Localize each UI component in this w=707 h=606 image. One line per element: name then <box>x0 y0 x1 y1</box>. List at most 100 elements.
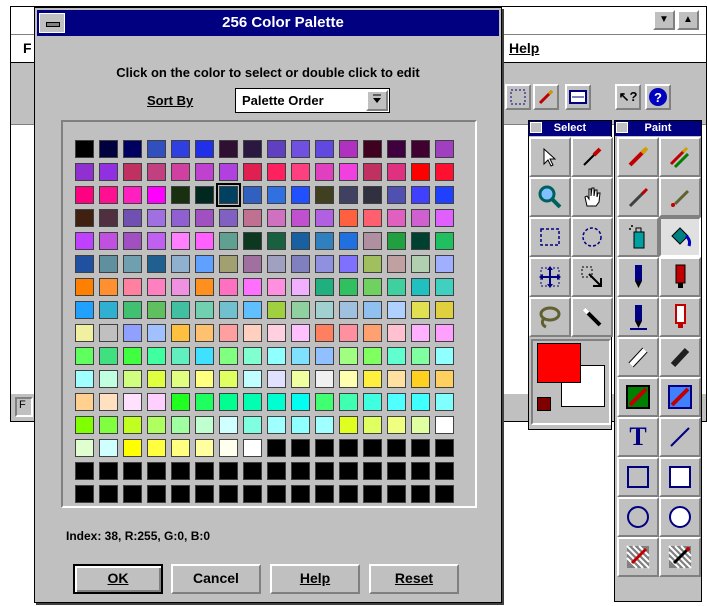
palette-swatch[interactable] <box>291 462 310 480</box>
palette-swatch[interactable] <box>195 140 214 158</box>
palette-swatch[interactable] <box>387 163 406 181</box>
palette-swatch[interactable] <box>339 462 358 480</box>
palette-swatch[interactable] <box>315 232 334 250</box>
palette-swatch[interactable] <box>171 278 190 296</box>
palette-swatch[interactable] <box>219 140 238 158</box>
pattern-brush-tool-icon[interactable] <box>617 537 659 577</box>
palette-swatch[interactable] <box>243 485 262 503</box>
palette-swatch[interactable] <box>75 232 94 250</box>
palette-swatch[interactable] <box>339 370 358 388</box>
filled-rectangle-tool-icon[interactable] <box>659 457 701 497</box>
palette-swatch[interactable] <box>363 232 382 250</box>
palette-swatch[interactable] <box>339 416 358 434</box>
palette-swatch[interactable] <box>123 255 142 273</box>
ellipse-select-tool-icon[interactable] <box>571 217 613 257</box>
line-eraser-tool-icon[interactable] <box>659 337 701 377</box>
filled-ellipse-tool-icon[interactable] <box>659 497 701 537</box>
palette-swatch[interactable] <box>123 324 142 342</box>
palette-swatch[interactable] <box>99 301 118 319</box>
menu-help[interactable]: Help <box>509 40 539 56</box>
magnifier-tool-icon[interactable] <box>529 177 571 217</box>
palette-swatch[interactable] <box>243 324 262 342</box>
palette-swatch[interactable] <box>267 209 286 227</box>
palette-swatch[interactable] <box>339 439 358 457</box>
palette-swatch[interactable] <box>171 370 190 388</box>
scroll-down-button[interactable]: ▼ <box>653 10 675 30</box>
palette-swatch[interactable] <box>435 416 454 434</box>
palette-swatch[interactable] <box>75 370 94 388</box>
palette-swatch[interactable] <box>147 347 166 365</box>
palette-swatch[interactable] <box>171 393 190 411</box>
palette-swatch[interactable] <box>315 416 334 434</box>
palette-swatch[interactable] <box>291 140 310 158</box>
lasso-tool-icon[interactable] <box>529 297 571 337</box>
palette-swatch[interactable] <box>147 393 166 411</box>
palette-swatch[interactable] <box>147 370 166 388</box>
airbrush-tool-icon[interactable] <box>617 177 659 217</box>
palette-swatch[interactable] <box>195 462 214 480</box>
palette-swatch[interactable] <box>219 439 238 457</box>
palette-swatch[interactable] <box>243 209 262 227</box>
palette-swatch[interactable] <box>435 255 454 273</box>
palette-swatch[interactable] <box>291 439 310 457</box>
palette-swatch[interactable] <box>243 255 262 273</box>
eyedropper-tool-icon[interactable] <box>571 137 613 177</box>
palette-swatch[interactable] <box>123 186 142 204</box>
wand-tool-icon[interactable] <box>571 297 613 337</box>
spray-can-tool-icon[interactable] <box>617 217 659 257</box>
rectangle-tool-icon[interactable] <box>617 457 659 497</box>
palette-swatch[interactable] <box>75 347 94 365</box>
palette-swatch[interactable] <box>147 439 166 457</box>
help-button[interactable]: Help <box>270 564 360 594</box>
palette-swatch[interactable] <box>387 186 406 204</box>
palette-swatch[interactable] <box>171 416 190 434</box>
palette-swatch[interactable] <box>243 278 262 296</box>
palette-swatch[interactable] <box>291 232 310 250</box>
palette-swatch[interactable] <box>315 347 334 365</box>
crayon-tool-icon[interactable] <box>659 297 701 337</box>
palette-swatch[interactable] <box>267 370 286 388</box>
palette-swatch[interactable] <box>387 232 406 250</box>
palette-swatch[interactable] <box>147 416 166 434</box>
palette-swatch[interactable] <box>363 301 382 319</box>
palette-swatch[interactable] <box>267 462 286 480</box>
hand-tool-icon[interactable] <box>571 177 613 217</box>
palette-swatch[interactable] <box>387 301 406 319</box>
marker-tool-icon[interactable] <box>659 257 701 297</box>
palette-swatch[interactable] <box>315 140 334 158</box>
palette-swatch[interactable] <box>315 485 334 503</box>
palette-swatch[interactable] <box>243 140 262 158</box>
palette-swatch[interactable] <box>387 370 406 388</box>
palette-swatch[interactable] <box>123 416 142 434</box>
palette-swatch[interactable] <box>147 462 166 480</box>
palette-swatch[interactable] <box>171 255 190 273</box>
brush-tool-icon[interactable] <box>533 84 559 110</box>
palette-swatch[interactable] <box>243 232 262 250</box>
palette-swatch[interactable] <box>171 163 190 181</box>
palette-swatch[interactable] <box>267 324 286 342</box>
ok-button[interactable]: OK <box>73 564 163 594</box>
system-menu-button[interactable] <box>39 13 65 33</box>
palette-swatch[interactable] <box>363 278 382 296</box>
palette-swatch[interactable] <box>75 462 94 480</box>
palette-swatch[interactable] <box>435 232 454 250</box>
palette-swatch[interactable] <box>75 140 94 158</box>
palette-swatch[interactable] <box>219 278 238 296</box>
menu-file[interactable]: F <box>23 40 32 56</box>
palette-swatch[interactable] <box>339 485 358 503</box>
palette-swatch[interactable] <box>387 209 406 227</box>
palette-swatch[interactable] <box>435 439 454 457</box>
palette-swatch[interactable] <box>171 186 190 204</box>
palette-swatch[interactable] <box>195 324 214 342</box>
palette-swatch[interactable] <box>363 416 382 434</box>
paintbrush-tool-icon[interactable] <box>617 137 659 177</box>
palette-swatch[interactable] <box>339 163 358 181</box>
fill-bucket-tool-icon[interactable] <box>659 217 701 257</box>
palette-swatch[interactable] <box>147 485 166 503</box>
palette-swatch[interactable] <box>363 347 382 365</box>
palette-swatch[interactable] <box>195 485 214 503</box>
palette-swatch[interactable] <box>171 347 190 365</box>
palette-swatch[interactable] <box>435 278 454 296</box>
palette-swatch[interactable] <box>291 393 310 411</box>
palette-swatch[interactable] <box>171 232 190 250</box>
